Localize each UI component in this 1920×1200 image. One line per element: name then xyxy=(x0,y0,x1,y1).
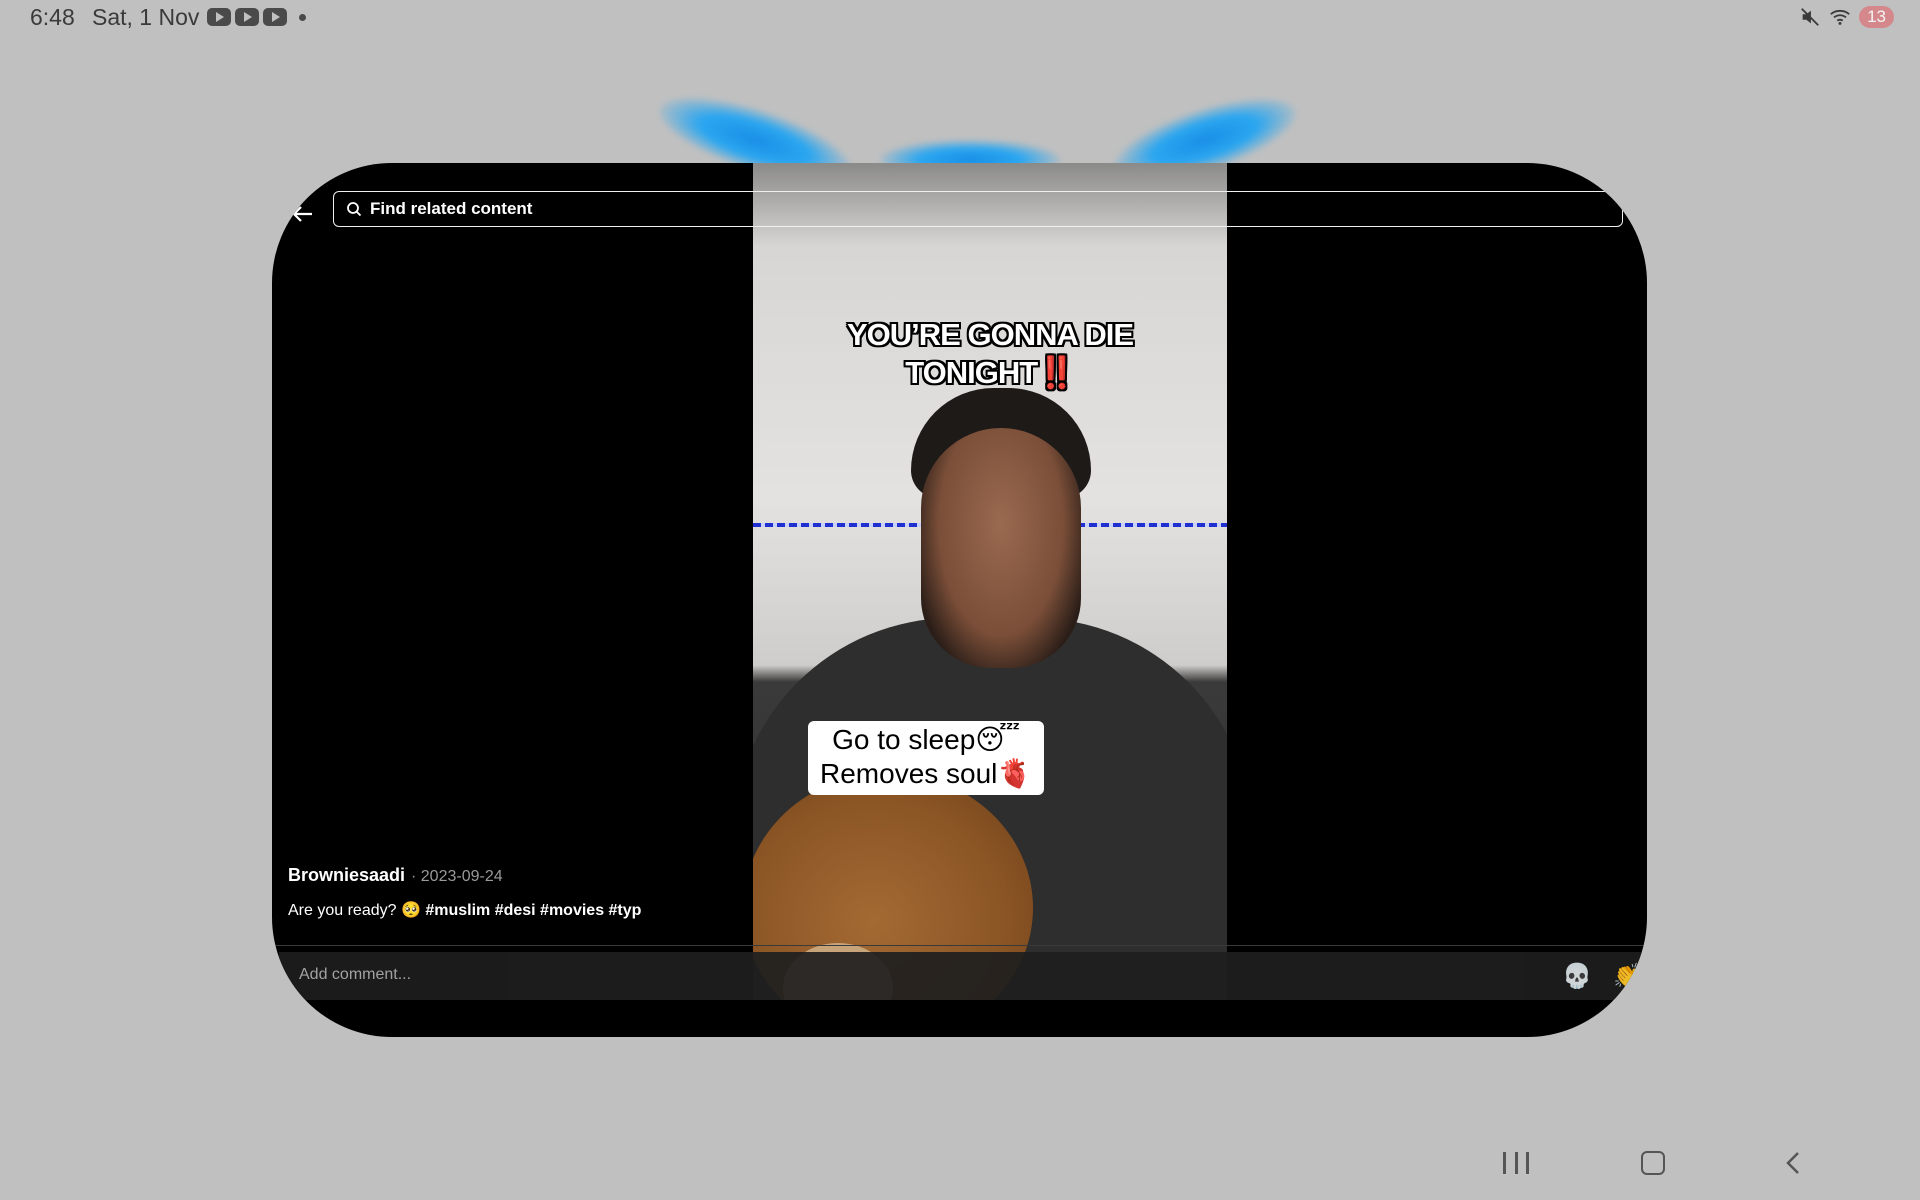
caption-text: Are you ready? 🥺 xyxy=(288,902,421,919)
search-icon xyxy=(347,202,362,217)
skull-emoji-button[interactable]: 💀 xyxy=(1562,962,1592,991)
comment-placeholder: Add comment... xyxy=(299,966,412,983)
author-name[interactable]: Browniesaadi xyxy=(288,865,405,886)
search-placeholder: Find related content xyxy=(370,199,533,218)
search-input[interactable]: Find related content xyxy=(333,191,1623,227)
youtube-icon xyxy=(263,8,287,26)
wifi-icon xyxy=(1830,9,1850,25)
post-caption: Are you ready? 🥺 #muslim #desi #movies #… xyxy=(288,900,641,920)
more-dot-icon xyxy=(299,13,306,21)
status-time: 6:48 xyxy=(30,4,75,30)
video-frame[interactable]: YOU’RE GONNA DIE TONIGHT‼️ Go to sleep😴 … xyxy=(753,163,1227,1000)
person-head xyxy=(921,428,1081,668)
youtube-icon xyxy=(235,8,259,26)
exclamation-emoji: ‼️ xyxy=(1037,355,1076,390)
mute-icon xyxy=(1801,8,1819,26)
caption-top-line1: YOU’RE GONNA DIE xyxy=(847,317,1134,352)
home-button[interactable] xyxy=(1641,1151,1665,1175)
post-date: · 2023-09-24 xyxy=(411,868,503,885)
status-bar: 6:48 Sat, 1 Nov 13 xyxy=(0,0,1920,36)
caption-top-line2: TONIGHT xyxy=(905,355,1038,390)
caption-box-line1: Go to sleep😴 xyxy=(832,724,1021,755)
video-player-window: YOU’RE GONNA DIE TONIGHT‼️ Go to sleep😴 … xyxy=(272,163,1647,1037)
youtube-icon xyxy=(207,8,231,26)
video-caption-box: Go to sleep😴 Removes soul🫀 xyxy=(808,721,1045,795)
battery-badge: 13 xyxy=(1859,6,1894,28)
status-right: 13 xyxy=(1799,6,1894,28)
caption-box-line2: Removes soul🫀 xyxy=(820,758,1033,789)
nav-back-icon[interactable] xyxy=(1781,1150,1807,1176)
comment-input[interactable]: Add comment... 💀 👏 xyxy=(279,952,1647,1000)
status-date: Sat, 1 Nov xyxy=(92,4,200,30)
back-arrow-icon[interactable] xyxy=(292,203,314,225)
recents-button[interactable] xyxy=(1503,1152,1529,1174)
notification-icons xyxy=(207,8,306,26)
hashtags[interactable]: #muslim #desi #movies #typ xyxy=(425,902,641,919)
divider xyxy=(272,945,1647,946)
video-caption-top: YOU’RE GONNA DIE TONIGHT‼️ xyxy=(753,316,1227,392)
clap-emoji-button[interactable]: 👏 xyxy=(1613,962,1643,991)
